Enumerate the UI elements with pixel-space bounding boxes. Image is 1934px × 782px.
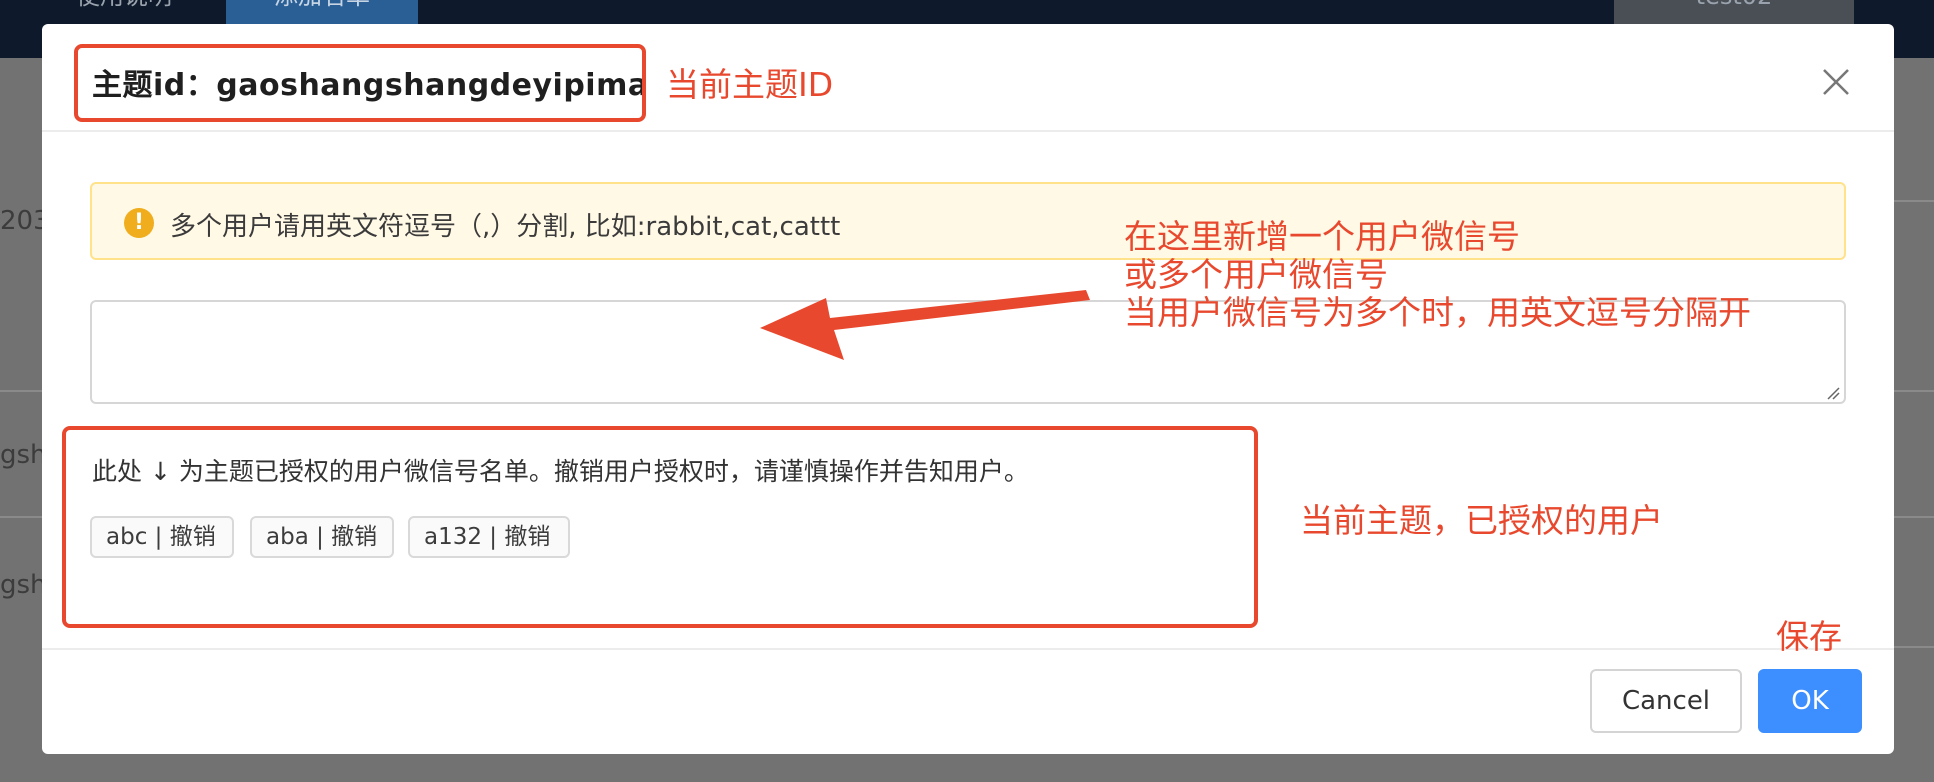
annotation-box-title	[74, 44, 646, 122]
alert-text: 多个用户请用英文符逗号（,）分割, 比如:rabbit,cat,cattt	[170, 212, 841, 242]
annotation-box-authorized	[62, 426, 1258, 628]
cancel-button[interactable]: Cancel	[1590, 669, 1742, 733]
authorize-users-modal: 主题id：gaoshangshangdeyipima ! 多个用户请用英文符逗号…	[42, 24, 1894, 754]
background-divider	[0, 516, 42, 518]
annotation-add-note: 在这里新增一个用户微信号 或多个用户微信号 当用户微信号为多个时，用英文逗号分隔…	[1124, 218, 1751, 332]
background-divider	[1892, 646, 1934, 648]
exclamation-circle-icon: !	[124, 208, 154, 238]
annotation-add-line: 在这里新增一个用户微信号	[1124, 217, 1520, 256]
resize-grip-icon[interactable]	[1826, 386, 1840, 400]
tab-guide[interactable]: 使用说明	[76, 0, 226, 24]
annotation-title-note: 当前主题ID	[666, 65, 834, 104]
annotation-arrow-icon	[760, 290, 1090, 360]
close-button[interactable]	[1818, 64, 1854, 100]
annotation-add-line: 当用户微信号为多个时，用英文逗号分隔开	[1124, 293, 1751, 332]
annotation-save-note: 保存	[1776, 617, 1842, 656]
background-divider	[1892, 200, 1934, 202]
annotation-authorized-note: 当前主题，已授权的用户	[1300, 501, 1663, 540]
close-icon	[1823, 69, 1849, 95]
background-divider	[1892, 516, 1934, 518]
background-divider	[0, 390, 42, 392]
ok-button[interactable]: OK	[1758, 669, 1862, 733]
user-menu[interactable]: test02	[1614, 0, 1854, 24]
background-divider	[1892, 390, 1934, 392]
tab-add-list[interactable]: 添加名单	[226, 0, 418, 24]
annotation-add-line: 或多个用户微信号	[1124, 255, 1388, 294]
